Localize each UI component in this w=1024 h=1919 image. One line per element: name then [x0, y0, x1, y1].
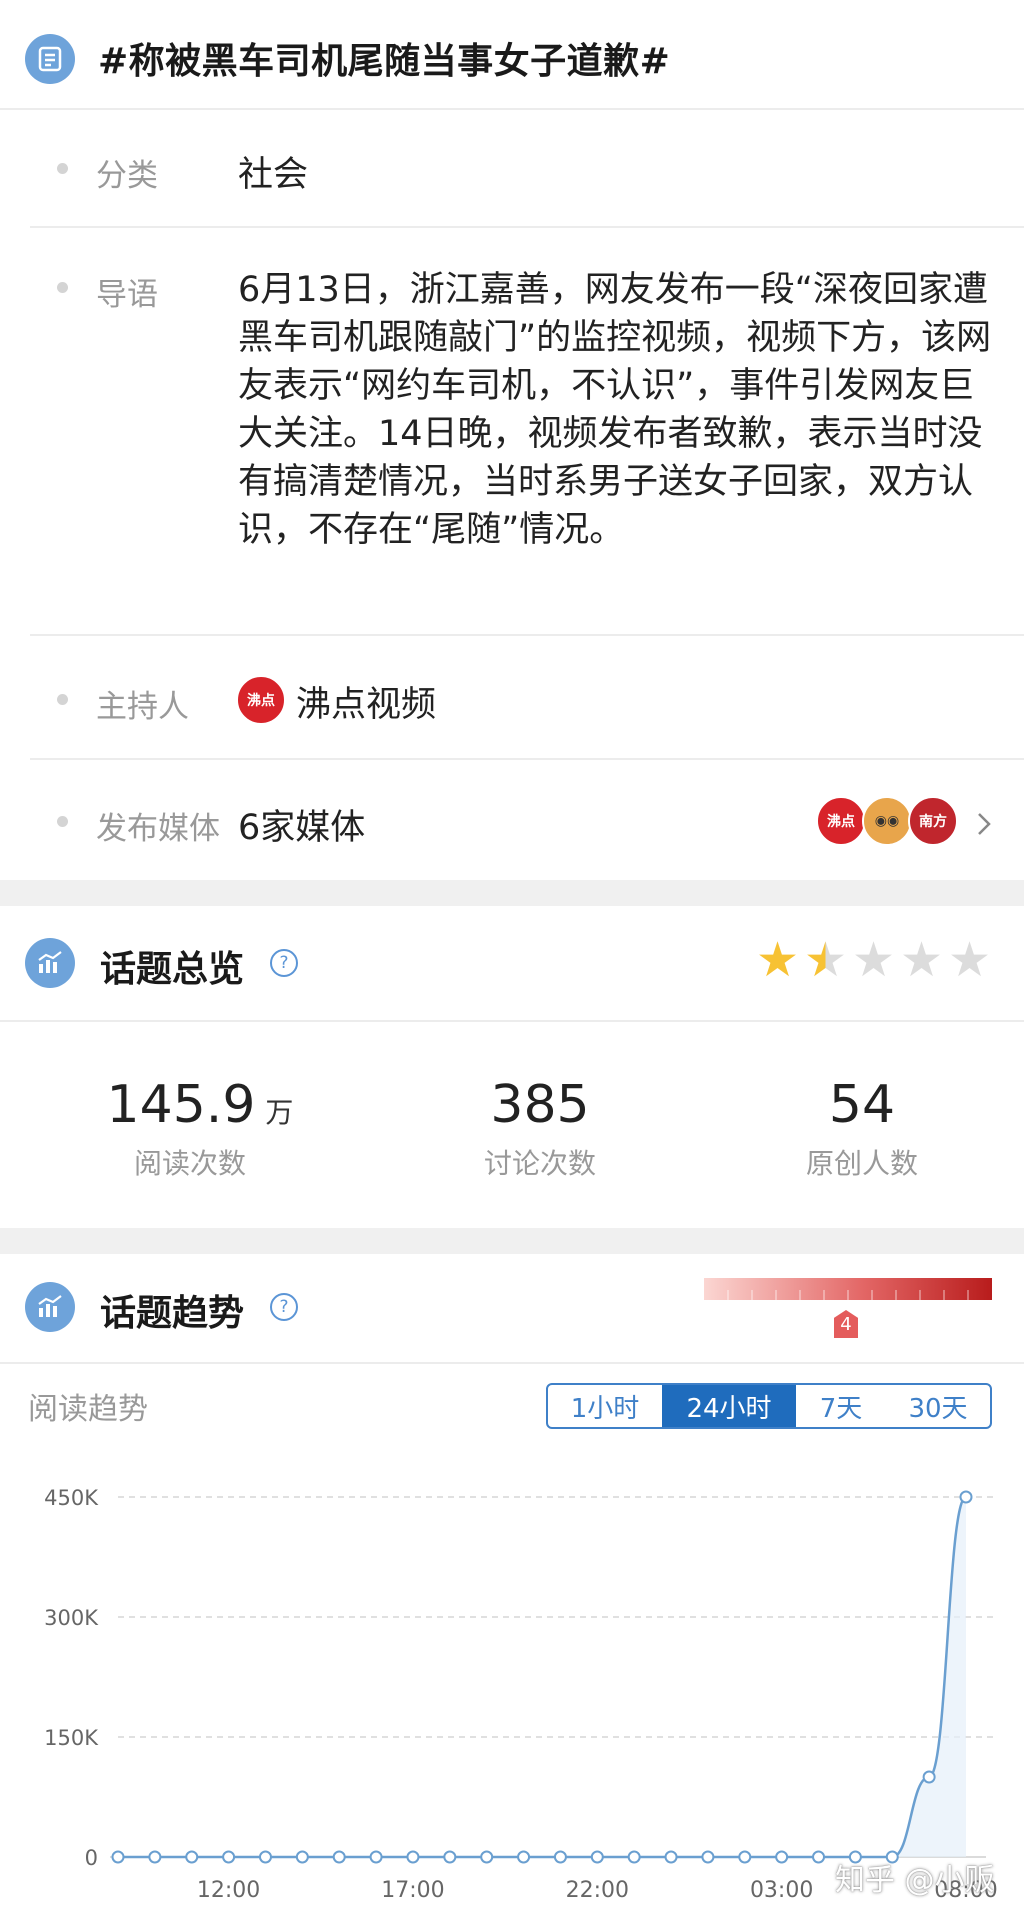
data-point: [480, 1850, 494, 1864]
chart-bars-icon: [25, 1282, 75, 1332]
topic-document-icon: [25, 34, 75, 84]
data-point: [775, 1850, 789, 1864]
read-trend-chart: 450K300K150K012:00 17:00 22:00 03:00 08:00: [44, 1486, 998, 1903]
media-label: 发布媒体: [96, 811, 220, 847]
y-tick-label: 300K: [44, 1606, 99, 1630]
section-separator: [0, 1228, 1024, 1254]
chevron-right-icon[interactable]: [976, 811, 992, 841]
tab-7-days[interactable]: 7天: [796, 1385, 886, 1427]
host-name[interactable]: 沸点视频: [296, 676, 436, 727]
data-point: [258, 1850, 272, 1864]
divider: [0, 1362, 1024, 1364]
data-point: [959, 1490, 973, 1504]
bullet-dot: [57, 282, 68, 293]
time-range-tabs: 1小时 24小时 7天 30天: [546, 1383, 992, 1429]
data-point: [295, 1850, 309, 1864]
star-icon: ★: [852, 932, 896, 988]
discussion-count: 385: [490, 1075, 590, 1135]
bullet-dot: [57, 816, 68, 827]
overview-title: 话题总览: [100, 949, 245, 990]
y-tick-label: 150K: [44, 1726, 99, 1750]
bullet-dot: [57, 694, 68, 705]
data-point: [222, 1850, 236, 1864]
divider: [30, 758, 1024, 760]
data-point: [111, 1850, 125, 1864]
x-tick-label: 17:00: [381, 1878, 444, 1903]
help-icon[interactable]: ?: [270, 1293, 298, 1321]
media-avatar-text: 南方: [919, 814, 947, 830]
data-point: [553, 1850, 567, 1864]
star-icon: ★: [900, 932, 944, 988]
heat-level-marker: 4: [834, 1310, 858, 1338]
help-icon[interactable]: ?: [270, 949, 298, 977]
star-half-icon: ★: [804, 932, 848, 988]
data-point: [812, 1850, 826, 1864]
star-icon: ★: [756, 932, 800, 988]
media-avatar-text: 沸点: [827, 814, 855, 830]
host-label: 主持人: [96, 689, 189, 725]
data-point: [369, 1850, 383, 1864]
trend-title: 话题趋势: [100, 1293, 245, 1334]
author-count: 54: [828, 1075, 896, 1135]
bullet-dot: [57, 163, 68, 174]
y-tick-label: 450K: [44, 1486, 99, 1510]
divider: [0, 1020, 1024, 1022]
tab-24-hours[interactable]: 24小时: [662, 1385, 796, 1427]
data-point: [701, 1850, 715, 1864]
data-point: [185, 1850, 199, 1864]
data-point: [332, 1850, 346, 1864]
x-tick-label: 12:00: [197, 1878, 260, 1903]
category-label: 分类: [96, 158, 158, 194]
intro-label: 导语: [96, 277, 158, 313]
chart-bars-icon: [25, 938, 75, 988]
author-count-label: 原创人数: [805, 1147, 918, 1180]
y-tick-label: 0: [85, 1846, 98, 1870]
read-count-label: 阅读次数: [133, 1147, 246, 1180]
x-tick-label: 03:00: [750, 1878, 813, 1903]
tab-30-days[interactable]: 30天: [886, 1385, 990, 1427]
tab-1-hour[interactable]: 1小时: [548, 1385, 662, 1427]
media-avatar-text: ◉◉: [874, 813, 900, 829]
read-count: 145.9 万: [90, 1075, 310, 1135]
topic-title: #称被黑车司机尾随当事女子道歉#: [98, 41, 671, 82]
divider: [0, 108, 1024, 110]
series-line: [118, 1495, 968, 1859]
data-point: [590, 1850, 604, 1864]
watermark: 知乎 @小贩: [835, 1863, 995, 1898]
data-point: [738, 1850, 752, 1864]
series-area: [118, 1497, 966, 1857]
data-point: [443, 1850, 457, 1864]
data-point: [922, 1770, 936, 1784]
data-point: [148, 1850, 162, 1864]
heat-scale-bar: [704, 1278, 992, 1300]
section-separator: [0, 880, 1024, 906]
host-avatar-text: 沸点: [247, 693, 275, 709]
category-value[interactable]: 社会: [238, 146, 308, 197]
discussion-count-label: 讨论次数: [483, 1147, 596, 1180]
data-point: [627, 1850, 641, 1864]
media-avatar[interactable]: 南方: [908, 796, 958, 846]
data-point: [406, 1850, 420, 1864]
star-icon: ★: [948, 932, 992, 988]
media-avatar[interactable]: ◉◉: [862, 796, 912, 846]
x-tick-label: 22:00: [566, 1878, 629, 1903]
host-avatar[interactable]: 沸点: [236, 675, 286, 725]
divider: [30, 634, 1024, 636]
data-point: [664, 1850, 678, 1864]
intro-text: 6月13日，浙江嘉善，网友发布一段“深夜回家遭黑车司机跟随敲门”的监控视频，视频…: [238, 270, 992, 550]
read-trend-label: 阅读趋势: [28, 1392, 148, 1427]
data-point: [517, 1850, 531, 1864]
media-value[interactable]: 6家媒体: [238, 799, 365, 850]
media-avatar[interactable]: 沸点: [816, 796, 866, 846]
divider: [30, 226, 1024, 228]
read-count-unit: 万: [265, 1096, 294, 1129]
read-count-value: 145.9: [106, 1075, 256, 1135]
